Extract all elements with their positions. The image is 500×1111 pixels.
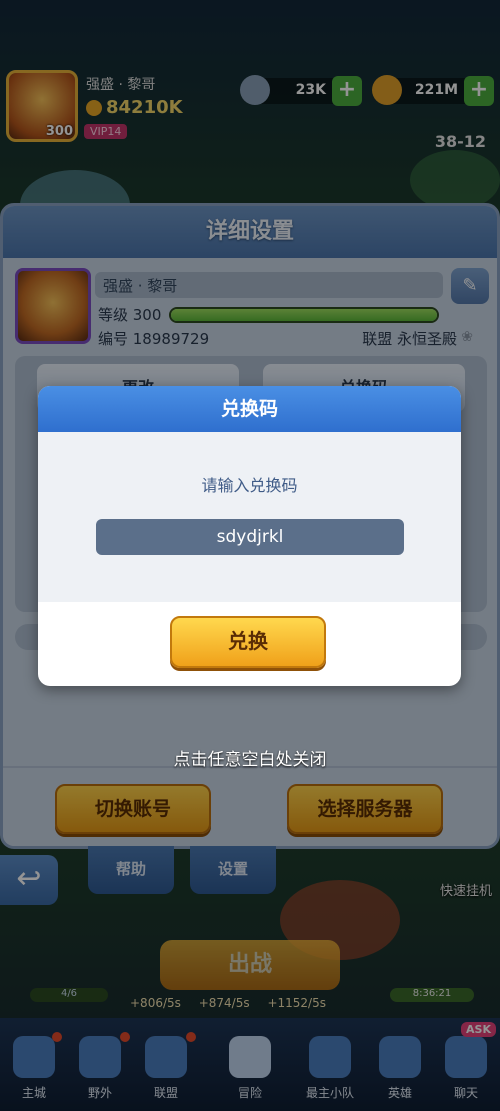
- dialog-title: 兑换码: [38, 386, 461, 432]
- close-hint: 点击任意空白处关闭: [173, 750, 327, 770]
- redeem-code-input[interactable]: [96, 519, 404, 555]
- dialog-body: [38, 432, 461, 602]
- redeem-dialog: 兑换码 请输入兑换码 兑换: [38, 386, 461, 686]
- redeem-prompt: 请输入兑换码: [201, 476, 298, 495]
- redeem-confirm-button[interactable]: 兑换: [170, 616, 326, 668]
